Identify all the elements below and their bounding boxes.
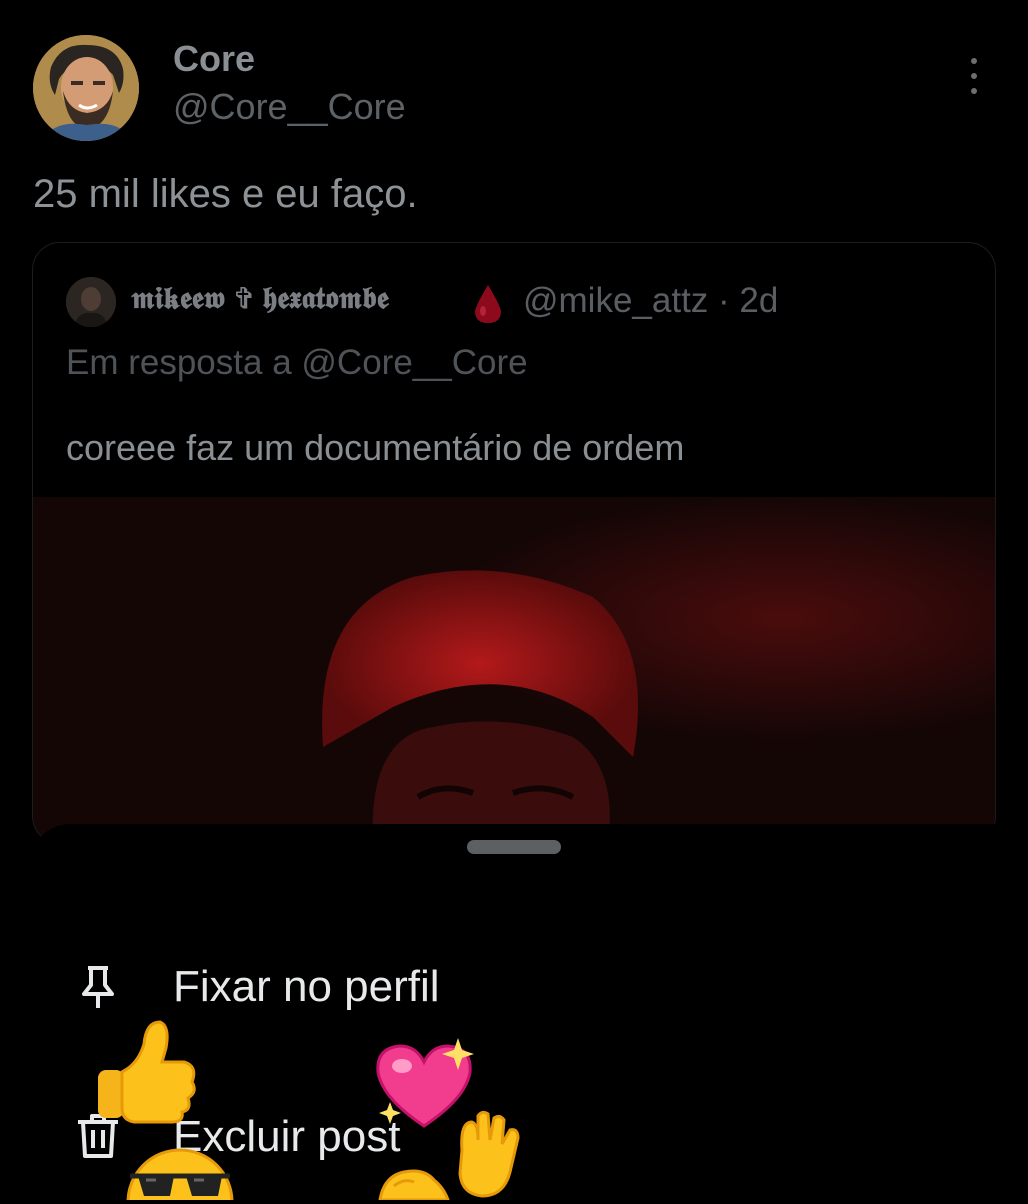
quoted-post-text: coreee faz um documentário de ordem: [66, 427, 685, 468]
quoted-author-name[interactable]: 𝖒𝖎𝖐𝖊𝖊𝖜 ✞ 𝖍𝖊𝖝𝖆𝖙𝖔𝖒𝖇𝖊: [131, 281, 389, 316]
post-text: 25 mil likes e eu faço.: [33, 172, 418, 216]
pin-to-profile-label: Fixar no perfil: [173, 962, 440, 1011]
quoted-handle-time: @mike_attz · 2d: [523, 281, 779, 320]
quoted-post-image[interactable]: [33, 497, 995, 843]
quoted-post-card[interactable]: 𝖒𝖎𝖐𝖊𝖊𝖜 ✞ 𝖍𝖊𝖝𝖆𝖙𝖔𝖒𝖇𝖊 @mike_attz · 2d Em re…: [32, 242, 996, 844]
more-options-icon[interactable]: [962, 58, 986, 94]
sunglasses-face-emoji: [126, 1148, 234, 1200]
author-name[interactable]: Core: [173, 38, 255, 80]
reply-prefix: Em resposta a: [66, 343, 292, 382]
sheet-drag-handle[interactable]: [467, 840, 561, 854]
blood-drop-emoji: [475, 285, 501, 323]
waving-hand-emoji: [378, 1169, 450, 1200]
timeline-background: Core @Core__Core 25 mil likes e eu faço.…: [0, 0, 1028, 844]
author-handle[interactable]: @Core__Core: [173, 86, 406, 128]
raised-hand-emoji: [458, 1110, 520, 1198]
reply-context: Em resposta a @Core__Core: [66, 343, 528, 383]
reply-handle-link[interactable]: @Core__Core: [301, 343, 527, 382]
thumbs-up-emoji: [98, 1020, 196, 1124]
author-avatar[interactable]: [33, 35, 139, 141]
pin-icon: [82, 966, 114, 1008]
quoted-author-avatar: [66, 277, 116, 327]
